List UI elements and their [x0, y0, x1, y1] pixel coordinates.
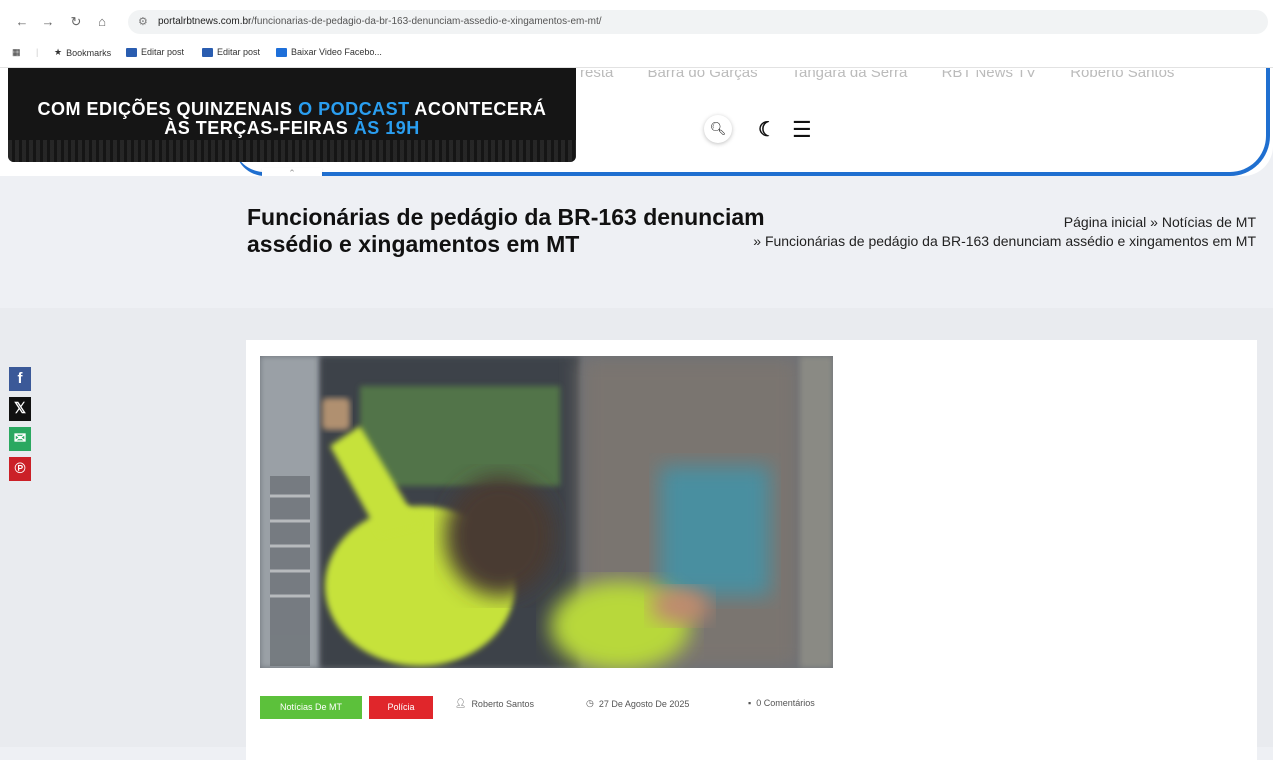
dark-mode-toggle[interactable]: ☾: [758, 117, 776, 142]
breadcrumb-separator: »: [753, 233, 765, 249]
url-path: /funcionarias-de-pedagio-da-br-163-denun…: [251, 16, 602, 27]
blog-icon: [126, 47, 137, 57]
promo-text: ÀS TERÇAS-FEIRAS: [164, 118, 354, 138]
moon-icon: ☾: [758, 119, 776, 141]
search-button[interactable]: 🔍︎: [704, 115, 732, 143]
post-author[interactable]: 👤︎ Roberto Santos: [455, 698, 534, 709]
post-comments[interactable]: ▪ 0 Comentários: [748, 698, 815, 708]
nav-item[interactable]: RBT News TV: [942, 70, 1036, 81]
promo-highlight: O PODCAST: [298, 99, 410, 119]
address-bar[interactable]: ⚙ portalrbtnews.com.br/funcionarias-de-p…: [128, 10, 1268, 34]
browser-toolbar: ← → ↻ ⌂ ⚙ portalrbtnews.com.br/funcionar…: [0, 8, 1273, 36]
featured-image[interactable]: [260, 356, 833, 668]
nav-item[interactable]: Barra do Garças: [648, 70, 758, 81]
promo-text: COM EDIÇÕES QUINZENAIS: [37, 99, 299, 119]
forward-arrow-icon[interactable]: →: [40, 14, 56, 29]
facebook-icon: f: [17, 370, 23, 387]
share-pinterest-button[interactable]: ℗: [9, 457, 31, 481]
download-icon: [276, 47, 287, 57]
url-host: portalrbtnews.com.br: [158, 16, 252, 27]
nav-item[interactable]: Roberto Santos: [1070, 70, 1174, 81]
pinterest-icon: ℗: [14, 460, 26, 477]
share-email-button[interactable]: ✉: [9, 427, 31, 451]
blog-icon: [202, 47, 213, 57]
menu-button[interactable]: ☰: [792, 117, 812, 143]
star-icon: ★: [54, 47, 63, 57]
back-arrow-icon[interactable]: ←: [14, 14, 30, 29]
bookmark-item[interactable]: Baixar Video Facebo...: [276, 47, 382, 57]
share-facebook-button[interactable]: f: [9, 367, 31, 391]
author-name: Roberto Santos: [471, 698, 534, 709]
comments-count: 0 Comentários: [756, 698, 815, 708]
bookmark-item[interactable]: Editar post: [202, 47, 260, 57]
share-x-button[interactable]: 𝕏: [9, 397, 31, 421]
promo-text: ACONTECERÁ: [409, 99, 547, 119]
apps-grid-icon[interactable]: ▦: [12, 47, 21, 58]
home-icon[interactable]: ⌂: [94, 14, 110, 29]
promo-line-1: COM EDIÇÕES QUINZENAIS O PODCAST ACONTEC…: [8, 100, 576, 119]
x-icon: 𝕏: [13, 400, 27, 417]
bookmark-label: Bookmarks: [66, 47, 112, 58]
user-icon: 👤︎: [455, 698, 467, 708]
nav-item[interactable]: resta: [580, 70, 613, 81]
audio-equalizer-graphic: [8, 140, 576, 162]
nav-item[interactable]: Tangará da Serra: [791, 70, 907, 81]
podcast-promo-banner[interactable]: COM EDIÇÕES QUINZENAIS O PODCAST ACONTEC…: [8, 68, 576, 162]
clock-icon: ◷: [586, 698, 594, 708]
bookmark-label: Baixar Video Facebo...: [291, 47, 382, 57]
main-nav: resta Barra do Garças Tangará da Serra R…: [580, 70, 1204, 82]
page-title: Funcionárias de pedágio da BR-163 denunc…: [247, 204, 765, 257]
bookmarks-bar: ▦ | ★ Bookmarks Editar post Editar post …: [0, 44, 1273, 64]
bookmark-label: Editar post: [141, 47, 185, 57]
breadcrumb-category[interactable]: Notícias de MT: [1162, 214, 1256, 230]
blurred-toll-booth-photo: [260, 356, 833, 668]
reload-icon[interactable]: ↻: [68, 14, 84, 30]
promo-line-2: ÀS TERÇAS-FEIRAS ÀS 19H: [8, 119, 576, 138]
post-date: ◷ 27 De Agosto De 2025: [586, 698, 689, 709]
date-text: 27 De Agosto De 2025: [598, 698, 690, 709]
bookmark-item[interactable]: Editar post: [126, 47, 184, 57]
breadcrumb-separator: »: [1150, 214, 1162, 230]
browser-chrome: ← → ↻ ⌂ ⚙ portalrbtnews.com.br/funcionar…: [0, 0, 1273, 68]
promo-highlight: ÀS 19H: [353, 118, 420, 138]
breadcrumb: Página inicial » Notícias de MT » Funcio…: [736, 213, 1256, 251]
comment-icon: ▪: [748, 698, 752, 708]
bookmark-item[interactable]: ★ Bookmarks: [54, 47, 111, 58]
search-icon: 🔍︎: [709, 121, 727, 136]
site-info-icon[interactable]: ⚙: [138, 10, 148, 34]
breadcrumb-home[interactable]: Página inicial: [1064, 214, 1147, 230]
email-icon: ✉: [13, 430, 27, 447]
hamburger-icon: ☰: [792, 117, 812, 142]
category-tag-policia[interactable]: Polícia: [369, 696, 433, 719]
bookmark-divider: |: [36, 47, 39, 57]
category-tag-noticias[interactable]: Notícias De MT: [260, 696, 362, 719]
breadcrumb-current: Funcionárias de pedágio da BR-163 denunc…: [764, 233, 1256, 249]
bookmark-label: Editar post: [217, 47, 261, 57]
